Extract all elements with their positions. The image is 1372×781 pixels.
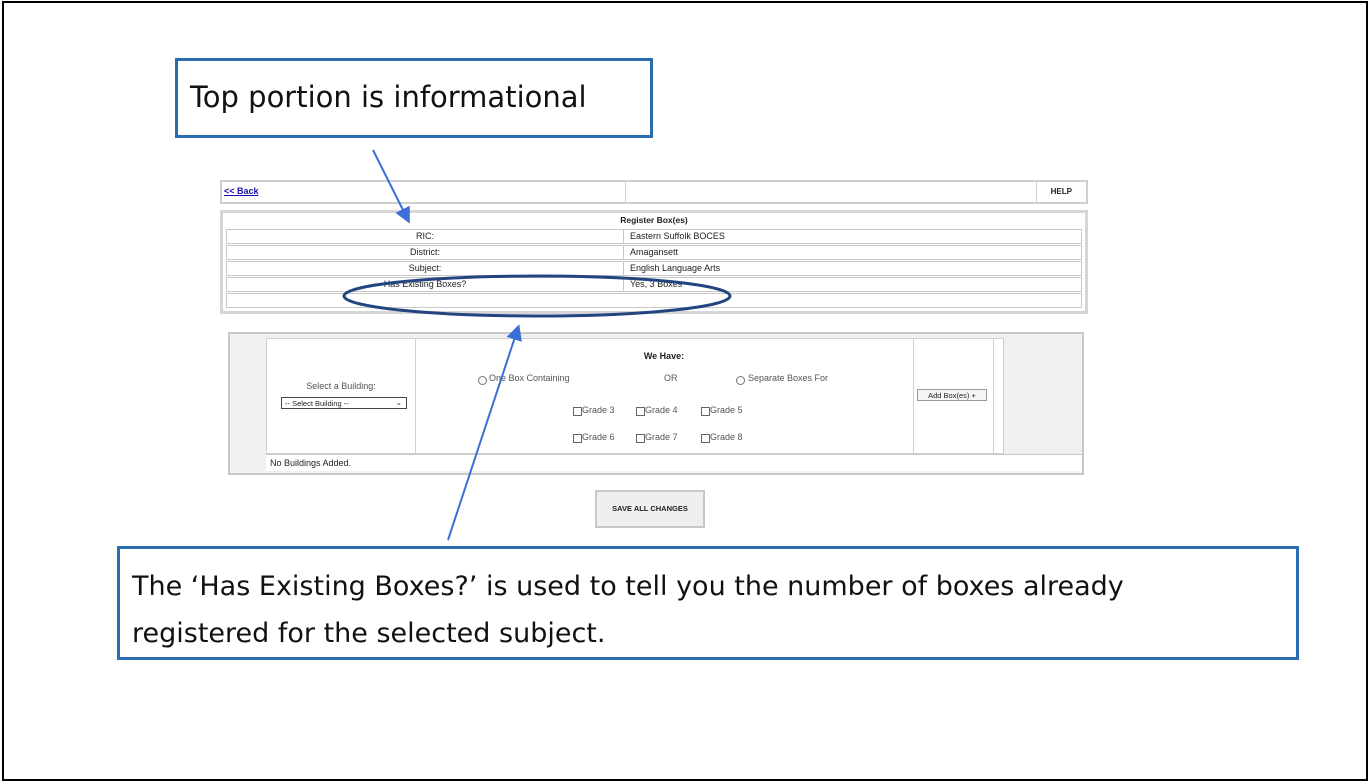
- callout-bottom-line-1: The ‘Has Existing Boxes?’ is used to tel…: [132, 571, 1124, 602]
- callout-bottom-explanation: The ‘Has Existing Boxes?’ is used to tel…: [117, 546, 1299, 660]
- callout-bottom-line-2: registered for the selected subject.: [132, 618, 606, 649]
- highlight-ellipse: [342, 274, 732, 318]
- arrow-bottom: [447, 324, 522, 541]
- arrow-top: [372, 149, 410, 224]
